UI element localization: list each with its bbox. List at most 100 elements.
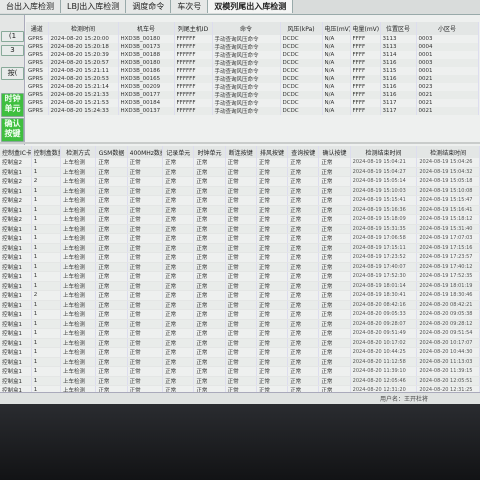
tail-unit-header-9[interactable]: 小区号: [416, 22, 479, 35]
left-button-2[interactable]: 3: [1, 45, 24, 56]
table-row[interactable]: GPRS 2024-08-20 15:20:18 HXD3B_00173 FFFFFF…: [26, 43, 479, 51]
table-row[interactable]: 控制盒1 2 上车检测 正常 正常 正常 正常 正常 正常 正常 正常 2024-08-19 18:3…: [0, 290, 480, 301]
table-row[interactable]: 控制盒2 1 上车检测 正常 正常 正常 正常 正常 正常 正常 正常 2024-08-19 15:0…: [0, 158, 480, 168]
table-cell: 正常: [95, 328, 128, 339]
confirm-key-button[interactable]: 确认按键: [1, 118, 24, 142]
control-box-header-5[interactable]: 记录单元: [162, 146, 195, 158]
table-row[interactable]: GPRS 2024-08-20 15:21:14 HXD3B_00209 FFFFFF…: [26, 83, 479, 91]
tab-lbj-check[interactable]: LBJ出入库检测: [61, 0, 127, 13]
tail-unit-header-1[interactable]: 检测时间: [48, 22, 119, 35]
control-box-header-4[interactable]: 400MHz数据: [127, 146, 164, 158]
tail-unit-header-0[interactable]: 通道: [26, 22, 49, 35]
table-cell: 正常: [287, 271, 320, 282]
table-cell: HXD3B_00180: [118, 59, 175, 67]
table-row[interactable]: GPRS 2024-08-20 15:20:57 HXD3B_00180 FFFFFF…: [26, 59, 479, 67]
table-cell: N/A: [322, 83, 351, 91]
tab-station-check[interactable]: 台出入库检测: [0, 0, 61, 13]
table-cell: 正常: [225, 262, 257, 272]
table-cell: 正常: [318, 224, 351, 234]
clock-unit-button[interactable]: 时钟单元: [1, 93, 24, 117]
tab-train-number[interactable]: 车次号: [171, 0, 209, 13]
table-row[interactable]: 控制盒1 1 上车检测 正常 正常 正常 正常 正常 正常 正常 正常 2024-08-19 17:0…: [0, 233, 480, 244]
table-cell: 正常: [287, 309, 320, 320]
control-box-header-2[interactable]: 检测方式: [60, 146, 97, 158]
table-cell: 正常: [95, 262, 128, 272]
table-cell: 正常: [193, 158, 226, 168]
control-box-header-0[interactable]: 控制盒IC卡: [0, 146, 32, 158]
table-row[interactable]: 控制盒1 1 上车检测 正常 正常 正常 正常 正常 正常 正常 正常 2024-08-19 17:5…: [0, 271, 480, 282]
tail-unit-header-3[interactable]: 列尾主机ID: [174, 22, 213, 35]
table-row[interactable]: 控制盒1 1 上车检测 正常 正常 正常 正常 正常 正常 正常 正常 2024-08-20 08:4…: [0, 300, 480, 310]
table-cell: 正常: [256, 186, 289, 196]
table-row[interactable]: 控制盒1 1 上车检测 正常 正常 正常 正常 正常 正常 正常 正常 2024-08-19 15:1…: [0, 186, 480, 196]
table-row[interactable]: 控制盒1 1 上车检测 正常 正常 正常 正常 正常 正常 正常 正常 2024-08-20 10:1…: [0, 338, 480, 348]
table-cell: 1: [31, 195, 61, 206]
control-box-header-7[interactable]: 断连按键: [225, 146, 257, 158]
table-cell: 0023: [416, 83, 479, 91]
table-row[interactable]: GPRS 2024-08-20 15:21:11 HXD3B_00186 FFFFFF…: [26, 67, 479, 75]
table-row[interactable]: 控制盒1 1 上车检测 正常 正常 正常 正常 正常 正常 正常 正常 2024-08-19 17:4…: [0, 262, 480, 272]
table-row[interactable]: 控制盒1 1 上车检测 正常 正常 正常 正常 正常 正常 正常 正常 2024-08-19 18:0…: [0, 281, 480, 291]
table-row[interactable]: 控制盒1 1 上车检测 正常 正常 正常 正常 正常 正常 正常 正常 2024-08-20 09:0…: [0, 309, 480, 320]
tail-unit-header-8[interactable]: 位置区号: [380, 22, 417, 35]
table-row[interactable]: 控制盒1 1 上车检测 正常 正常 正常 正常 正常 正常 正常 正常 2024-08-19 15:0…: [0, 167, 480, 177]
table-cell: 手动查询风压命令: [212, 67, 281, 75]
table-row[interactable]: 控制盒1 1 上车检测 正常 正常 正常 正常 正常 正常 正常 正常 2024-08-19 15:3…: [0, 224, 480, 234]
control-box-header-11[interactable]: 检测结束时间: [350, 146, 418, 158]
table-row[interactable]: GPRS 2024-08-20 15:20:00 HXD3B_00180 FFFFFF…: [26, 35, 479, 43]
table-row[interactable]: 控制盒1 1 上车检测 正常 正常 正常 正常 正常 正常 正常 正常 2024-08-20 09:5…: [0, 328, 480, 339]
table-cell: 正常: [256, 357, 289, 367]
table-cell: 上车检测: [60, 376, 97, 386]
table-cell: 1: [31, 328, 61, 339]
table-cell: 正常: [318, 205, 351, 215]
table-row[interactable]: 控制盒1 1 上车检测 正常 正常 正常 正常 正常 正常 正常 正常 2024-08-19 17:1…: [0, 243, 480, 253]
table-row[interactable]: 控制盒1 1 上车检测 正常 正常 正常 正常 正常 正常 正常 正常 2024-08-19 15:1…: [0, 205, 480, 215]
tab-dual-mode-tail-check[interactable]: 双模列尾出入库检测: [208, 0, 294, 13]
control-box-header-9[interactable]: 查询按键: [287, 146, 320, 158]
control-box-header-8[interactable]: 排风按键: [256, 146, 289, 158]
left-button-3[interactable]: 按(: [1, 67, 24, 80]
table-row[interactable]: GPRS 2024-08-20 15:20:53 HXD3B_00165 FFFFFF…: [26, 75, 479, 83]
table-row[interactable]: 控制盒1 1 上车检测 正常 正常 正常 正常 正常 正常 正常 正常 2024-08-20 11:1…: [0, 357, 480, 367]
table-row[interactable]: 控制盒2 1 上车检测 正常 正常 正常 正常 正常 正常 正常 正常 2024-08-19 15:1…: [0, 214, 480, 225]
control-box-header-3[interactable]: GSM数据: [95, 146, 128, 158]
table-row[interactable]: GPRS 2024-08-20 15:21:33 HXD3B_00177 FFFFFF…: [26, 91, 479, 99]
tail-unit-header-5[interactable]: 风压(kPa): [280, 22, 323, 35]
table-row[interactable]: 控制盒1 1 上车检测 正常 正常 正常 正常 正常 正常 正常 正常 2024-08-19 17:2…: [0, 252, 480, 263]
tail-unit-header-2[interactable]: 机车号: [118, 22, 175, 35]
table-row[interactable]: 控制盒2 2 上车检测 正常 正常 正常 正常 正常 正常 正常 正常 2024-08-19 15:0…: [0, 176, 480, 187]
table-row[interactable]: 控制盒1 1 上车检测 正常 正常 正常 正常 正常 正常 正常 正常 2024-08-20 12:0…: [0, 376, 480, 386]
control-box-header-6[interactable]: 时钟单元: [193, 146, 226, 158]
table-row[interactable]: GPRS 2024-08-20 15:20:39 HXD3B_00188 FFFFFF…: [26, 51, 479, 59]
tab-dispatch-command[interactable]: 调度命令: [126, 0, 172, 13]
table-cell: 手动查询风压命令: [212, 75, 281, 83]
table-row[interactable]: 控制盒1 1 上车检测 正常 正常 正常 正常 正常 正常 正常 正常 2024-08-20 09:2…: [0, 319, 480, 329]
table-cell: 正常: [287, 167, 320, 177]
table-cell: 0021: [416, 75, 479, 83]
tail-unit-header-4[interactable]: 命令: [212, 22, 281, 35]
table-cell: 控制盒1: [0, 338, 32, 348]
table-cell: 正常: [256, 167, 289, 177]
left-button-1[interactable]: (1: [1, 31, 24, 42]
table-cell: 上车检测: [60, 328, 97, 339]
control-box-header-12[interactable]: 检测结束时间: [416, 146, 480, 158]
table-cell: 正常: [162, 224, 195, 234]
tail-unit-header-7[interactable]: 电量(mV): [350, 22, 381, 35]
table-cell: 正常: [127, 243, 164, 253]
table-cell: 正常: [318, 243, 351, 253]
control-box-header-1[interactable]: 控制盒数量: [31, 146, 61, 158]
table-row[interactable]: GPRS 2024-08-20 15:24:33 HXD3B_00137 FFFFFF…: [26, 107, 479, 115]
tail-unit-header-6[interactable]: 电压(mV): [322, 22, 351, 35]
table-row[interactable]: 控制盒1 1 上车检测 正常 正常 正常 正常 正常 正常 正常 正常 2024-08-20 10:4…: [0, 347, 480, 358]
table-cell: 正常: [225, 300, 257, 310]
table-row[interactable]: 控制盒1 1 上车检测 正常 正常 正常 正常 正常 正常 正常 正常 2024-08-20 11:3…: [0, 366, 480, 377]
table-cell: 正常: [193, 233, 226, 244]
table-row[interactable]: 控制盒2 1 上车检测 正常 正常 正常 正常 正常 正常 正常 正常 2024-08-19 15:1…: [0, 195, 480, 206]
splitter[interactable]: [0, 142, 480, 144]
table-cell: 上车检测: [60, 195, 97, 206]
table-row[interactable]: GPRS 2024-08-20 15:21:53 HXD3B_00184 FFFFFF…: [26, 99, 479, 107]
table-cell: 2024-08-19 15:31:40: [416, 224, 480, 234]
table-cell: 2024-08-20 12:05:46: [350, 376, 418, 386]
control-box-header-10[interactable]: 确认按键: [318, 146, 351, 158]
tail-unit-table: 通道 检测时间 机车号 列尾主机ID 命令 风压(kPa) 电压(mV) 电量(mV) 位置区号…: [26, 22, 479, 115]
